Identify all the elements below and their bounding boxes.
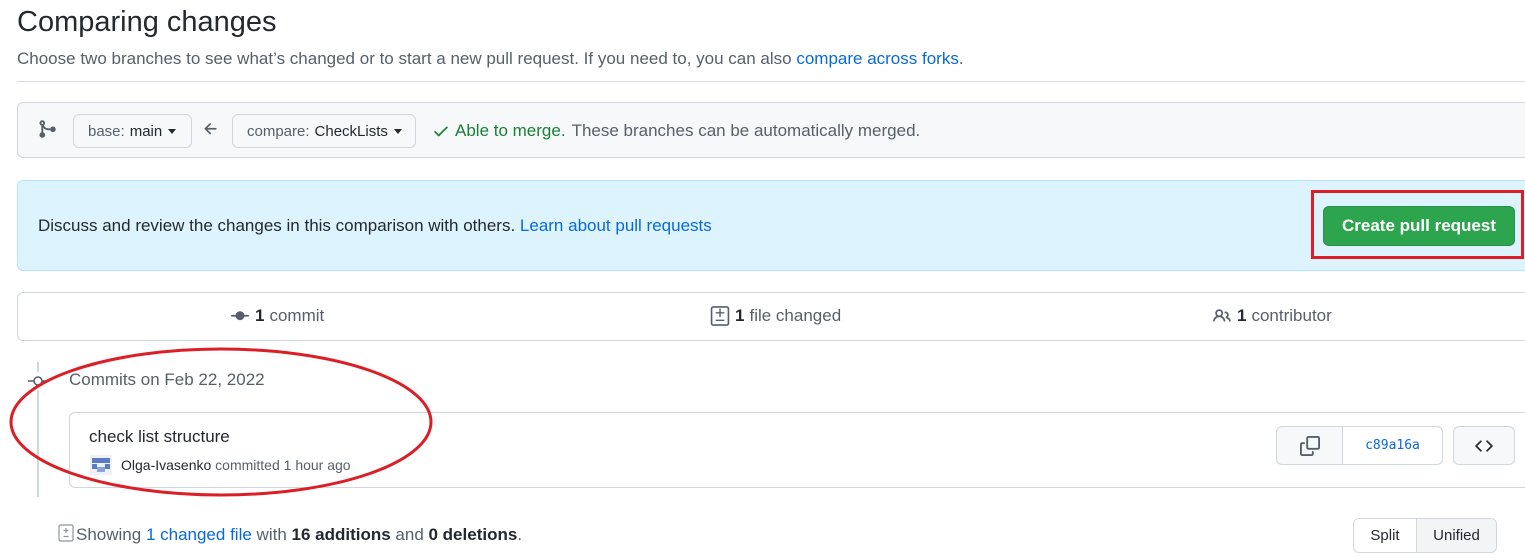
git-commit-icon [231,311,249,321]
files-count: 1 [735,306,745,325]
unified-view-button[interactable]: Unified [1417,519,1496,552]
commit-sha-group: c89a16a [1276,426,1443,465]
commit-sha-link[interactable]: c89a16a [1343,427,1442,464]
changed-files-link[interactable]: 1 changed file [146,525,252,544]
flash-message: Discuss and review the changes in this c… [38,216,712,236]
compare-branches-icon [39,120,56,138]
learn-about-pull-requests-link[interactable]: Learn about pull requests [520,216,712,235]
commits-summary[interactable]: 1 commit [230,306,324,326]
file-diff-icon [710,306,730,326]
annotation-highlight-box [1311,190,1524,259]
contributors-label: contributor [1251,306,1332,325]
merge-status-strong: Able to merge. [455,121,566,140]
with-label: with [251,525,292,544]
annotation-ellipse [9,347,433,497]
page-title: Comparing changes [17,6,277,38]
showing-label: Showing [76,525,146,544]
compare-branch-select[interactable]: compare: CheckLists [232,114,416,148]
check-icon [434,126,448,137]
arrow-left-icon [204,123,217,135]
people-icon [1213,309,1231,322]
subtitle-end: . [958,49,964,68]
header-divider [17,81,1525,82]
page-subtitle: Choose two branches to see what’s change… [17,49,964,69]
subtitle-text: Choose two branches to see what’s change… [17,49,797,68]
code-icon [1475,439,1493,452]
file-diff-icon [58,524,74,542]
diff-summary-text: Showing 1 changed file with 16 additions… [76,525,522,545]
chevron-down-icon [393,128,402,134]
compare-prefix: compare: [247,122,310,140]
merge-status: Able to merge. These branches can be aut… [432,121,920,141]
base-prefix: base: [88,122,125,140]
files-label: file changed [749,306,842,325]
copy-sha-button[interactable] [1277,427,1343,464]
and-label: and [390,525,429,544]
compare-across-forks-link[interactable]: compare across forks [796,49,959,68]
files-summary[interactable]: 1 file changed [710,306,841,326]
contributors-summary[interactable]: 1 contributor [1212,306,1332,326]
browse-repository-button[interactable] [1453,426,1515,465]
base-branch-select[interactable]: base: main [73,114,192,148]
compare-branch-name: CheckLists [314,122,388,140]
end-label: . [517,525,523,544]
merge-status-text: These branches can be automatically merg… [571,121,921,140]
additions-count: 16 additions [291,525,391,544]
base-branch-name: main [129,122,163,140]
copy-icon [1299,435,1320,456]
split-view-button[interactable]: Split [1354,519,1417,552]
flash-text: Discuss and review the changes in this c… [38,216,520,235]
deletions-count: 0 deletions [428,525,518,544]
commits-count: 1 [255,306,265,325]
chevron-down-icon [168,128,177,134]
commits-label: commit [269,306,325,325]
diff-view-toggle: Split Unified [1353,518,1497,553]
contributors-count: 1 [1237,306,1247,325]
